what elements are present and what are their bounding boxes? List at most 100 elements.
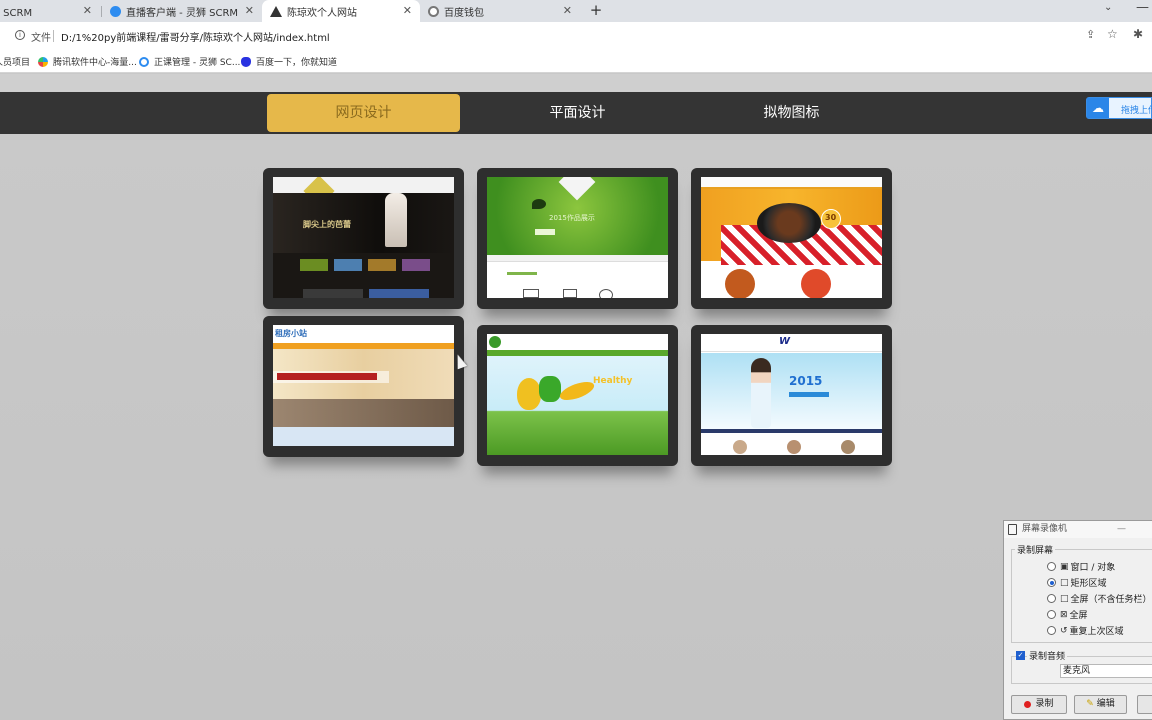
- thumb-icon-box: [523, 289, 539, 298]
- gallery-card-ballet[interactable]: 脚尖上的芭蕾: [263, 168, 464, 309]
- thumb-pear: [517, 378, 541, 410]
- share-icon[interactable]: ⇪: [1086, 28, 1095, 41]
- bookmark-item[interactable]: 人员项目: [0, 55, 30, 68]
- bookmarks-bar: 人员项目 腾讯软件中心-海量... 正课管理 - 灵狮 SC... 百度一下，你…: [0, 50, 1152, 73]
- audio-source-select[interactable]: 麦克风: [1060, 664, 1152, 678]
- window-minimize-icon[interactable]: —: [1136, 0, 1149, 15]
- radio-button[interactable]: [1047, 610, 1056, 619]
- bookmark-label: 百度一下，你就知道: [256, 58, 338, 68]
- baidu-paw-icon: [241, 56, 251, 67]
- pencil-icon: ✎: [1086, 699, 1094, 709]
- option-fullscreen[interactable]: ⊠ 全屏: [1047, 608, 1088, 621]
- tab-close-icon[interactable]: ✕: [403, 4, 412, 17]
- option-label: 全屏（不含任务栏）: [1070, 595, 1152, 605]
- repeat-icon: ↺: [1060, 625, 1068, 636]
- gallery-card-food[interactable]: 30: [691, 168, 892, 309]
- gallery-thumbnail: 2015作品展示: [487, 177, 668, 298]
- tab-favicon-icon: [428, 5, 439, 17]
- thumb-caption: Healthy: [593, 376, 633, 386]
- bookmark-label: 人员项目: [0, 58, 31, 68]
- tab-title: 灵狮 SCRM: [0, 7, 33, 19]
- thumb-header: [273, 177, 454, 193]
- site-info-icon[interactable]: i: [15, 30, 25, 40]
- recorder-titlebar[interactable]: 屏幕录像机 —: [1004, 521, 1152, 538]
- tab-favicon-icon: [270, 5, 282, 17]
- upload-button[interactable]: ☁ 拖拽上传: [1086, 97, 1152, 119]
- extensions-puzzle-icon[interactable]: ✱: [1133, 27, 1143, 41]
- fullscreen-icon: ⊠: [1060, 609, 1068, 620]
- bookmark-label: 正课管理 - 灵狮 SC...: [154, 58, 241, 68]
- thumb-hero: [701, 353, 882, 429]
- recorder-minimize-icon[interactable]: —: [1117, 521, 1126, 538]
- thumb-icon-box: [599, 289, 613, 298]
- thumb-menu: [487, 255, 668, 262]
- tab-title: 陈琼欢个人网站: [287, 7, 357, 19]
- recorder-title: 屏幕录像机: [1022, 524, 1068, 534]
- browser-tab-3[interactable]: 陈琼欢个人网站 ✕: [262, 0, 420, 22]
- leaf-icon: [532, 199, 546, 209]
- gallery-card-rental[interactable]: 租房小站: [263, 316, 464, 457]
- edit-button-label: 编辑: [1096, 699, 1115, 709]
- thumb-room: [273, 399, 454, 427]
- browser-tab-2[interactable]: 直播客户端 - 灵狮 SCRM ✕: [102, 0, 262, 22]
- radio-button[interactable]: [1047, 626, 1056, 635]
- gallery-thumbnail: W 2015: [701, 334, 882, 455]
- thumb-header: [701, 334, 882, 352]
- record-audio-label: 录制音频: [1027, 649, 1068, 662]
- address-divider: [53, 30, 54, 42]
- thumb-caption: 租房小站: [275, 329, 307, 338]
- tab-close-icon[interactable]: ✕: [245, 4, 254, 17]
- site-nav: 网页设计 平面设计 拟物图标: [0, 92, 1152, 134]
- bookmark-favicon-icon: [139, 56, 149, 67]
- radio-button[interactable]: [1047, 578, 1056, 587]
- thumb-tagline: [789, 392, 829, 397]
- tab-close-icon[interactable]: ✕: [83, 4, 92, 17]
- bookmark-item[interactable]: 腾讯软件中心-海量...: [38, 55, 137, 68]
- recorder-app-icon: [1008, 524, 1017, 535]
- option-label: 窗口 / 对象: [1070, 563, 1116, 573]
- radio-button[interactable]: [1047, 594, 1056, 603]
- thumb-avatar: [733, 440, 747, 454]
- thumb-footer-block: [303, 289, 363, 298]
- more-button[interactable]: [1137, 695, 1152, 714]
- browser-tab-1[interactable]: 灵狮 SCRM ✕: [0, 0, 100, 22]
- option-rectangle[interactable]: □ 矩形区域: [1047, 576, 1107, 589]
- thumb-tile: [402, 259, 430, 271]
- tab-favicon-icon: [110, 5, 121, 17]
- tab-search-chevron-down-icon[interactable]: ⌄: [1104, 2, 1112, 13]
- thumb-header: [701, 177, 882, 189]
- thumb-tile: [368, 259, 396, 271]
- gallery-card-organic[interactable]: Healthy: [477, 325, 678, 466]
- option-window[interactable]: ▣ 窗口 / 对象: [1047, 560, 1115, 573]
- bookmark-favicon-icon: [38, 56, 48, 67]
- browser-tab-strip: 灵狮 SCRM ✕ 直播客户端 - 灵狮 SCRM ✕ 陈琼欢个人网站 ✕ 百度…: [0, 0, 1152, 22]
- nav-item-graphic-design[interactable]: 平面设计: [481, 94, 674, 132]
- bookmark-item[interactable]: 正课管理 - 灵狮 SC...: [139, 55, 240, 68]
- option-fullscreen-no-taskbar[interactable]: □ 全屏（不含任务栏）: [1047, 592, 1152, 605]
- record-dot-icon: [1024, 701, 1032, 708]
- gallery-card-event[interactable]: W 2015: [691, 325, 892, 466]
- thumb-header: [487, 334, 668, 350]
- edit-button[interactable]: ✎ 编辑: [1074, 695, 1127, 714]
- record-button[interactable]: 录制: [1011, 695, 1067, 714]
- browser-tab-4[interactable]: 百度钱包 ✕: [420, 0, 580, 22]
- gallery-card-green[interactable]: 2015作品展示: [477, 168, 678, 309]
- gallery-thumbnail: Healthy: [487, 334, 668, 455]
- option-repeat-last[interactable]: ↺ 重复上次区域: [1047, 624, 1124, 637]
- nav-item-skeuomorphic-icons[interactable]: 拟物图标: [695, 94, 888, 132]
- bookmark-item[interactable]: 百度一下，你就知道: [241, 55, 337, 68]
- record-screen-label: 录制屏幕: [1015, 543, 1056, 556]
- address-scheme-label[interactable]: 文件: [31, 29, 51, 44]
- bookmark-star-icon[interactable]: ☆: [1107, 27, 1118, 41]
- new-tab-button[interactable]: +: [588, 1, 604, 19]
- radio-button[interactable]: [1047, 562, 1056, 571]
- tab-title: 直播客户端 - 灵狮 SCRM: [126, 7, 239, 19]
- tab-title: 百度钱包: [444, 7, 484, 19]
- url-field[interactable]: D:/1%20py前端课程/雷哥分享/陈琼欢个人网站/index.html: [61, 29, 330, 44]
- thumb-circle: [801, 269, 831, 298]
- thumb-hero: [487, 356, 668, 455]
- tab-close-icon[interactable]: ✕: [563, 4, 572, 17]
- nav-item-web-design[interactable]: 网页设计: [267, 94, 460, 132]
- option-label: 全屏: [1069, 611, 1088, 621]
- record-audio-checkbox[interactable]: ✓: [1016, 651, 1025, 660]
